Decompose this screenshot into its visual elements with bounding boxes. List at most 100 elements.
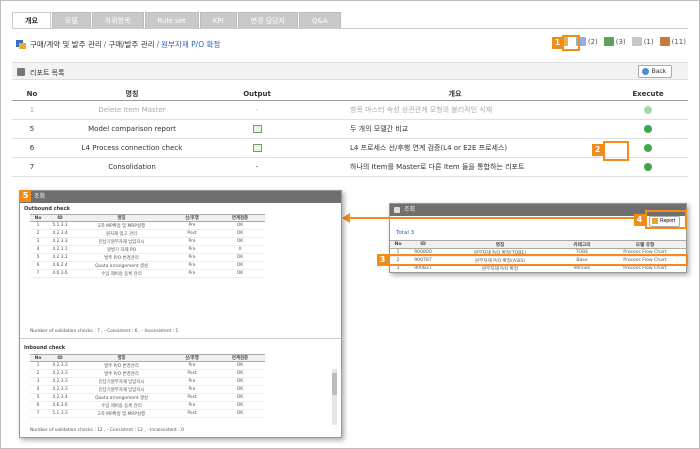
row-name: Delete Item Master	[52, 100, 212, 120]
row-name: L4 Process connection check	[52, 138, 212, 158]
cell: 원자재 입고 관리	[74, 229, 169, 238]
cell: Post	[169, 229, 215, 238]
copy-count: (1)	[643, 37, 654, 46]
cell: OK	[215, 369, 265, 378]
col-no: No	[390, 240, 406, 249]
toolbar-flow-button[interactable]: (3)	[603, 37, 626, 46]
cell: 4.2.3.3	[46, 361, 74, 370]
table-row[interactable]: 2 4.2.3.3 발주 P/O 변경관리 Post OK	[30, 369, 265, 378]
cell: 4.2.3.3	[46, 369, 74, 378]
table-row[interactable]: 7 5.1.3.3 2차 MP확정 및 MRP실행 Post OK	[30, 409, 265, 418]
section-title: 리포트 목록	[30, 69, 65, 77]
col-prepost: 선/후행	[169, 214, 215, 222]
col-id: ID	[46, 214, 74, 222]
cell: 7	[30, 269, 46, 278]
cell: OK	[215, 229, 265, 238]
table-row[interactable]: 5 Model comparison report 두 개의 모델간 비교	[12, 119, 688, 139]
tab-qna[interactable]: Q&A	[299, 12, 341, 29]
row-output: -	[212, 157, 302, 177]
flow-icon	[603, 37, 614, 46]
tab-kpi[interactable]: KPI	[199, 12, 237, 29]
cell: 4.2.3.4	[46, 229, 74, 238]
total-count: Total 3	[396, 230, 415, 236]
table-row[interactable]: 6 4.6.3.6 수입 제비용 등록 관리 Pre OK	[30, 401, 265, 410]
cell: 발주 P/O 변경관리	[74, 361, 169, 370]
callout-badge-4: 4	[634, 214, 645, 226]
cell: 4.2.3.3	[46, 385, 74, 394]
table-row[interactable]: 1 5.1.3.3 2차 MP확정 및 MRP실행 Pre OK	[30, 221, 265, 230]
process-icon	[16, 40, 26, 49]
table-row[interactable]: 3 4.2.3.3 진납기원부자재 납입지시 Pre OK	[30, 237, 265, 246]
cell: 4.2.3.3	[46, 377, 74, 386]
table-row[interactable]: 4 4.2.1.1 원발기 자재 PO Pre X	[30, 245, 265, 254]
col-id: ID	[46, 354, 74, 362]
cell: 4.6.3.6	[46, 269, 74, 278]
cell: Pre	[169, 245, 215, 254]
breadcrumb-item[interactable]: 구매/계약 및 발주 관리	[30, 39, 102, 50]
report-list-header: 리포트 목록 Back	[12, 62, 688, 80]
run-icon[interactable]	[644, 143, 652, 152]
table-row[interactable]: 7 4.6.3.6 수입 제비용 등록 관리 Pre OK	[30, 269, 265, 278]
back-button[interactable]: Back	[637, 65, 672, 78]
tab-model[interactable]: 모델	[51, 12, 91, 29]
cell: 2차 MP확정 및 MRP실행	[74, 221, 169, 230]
cell: 발주 P/O 변경관리	[74, 253, 169, 262]
breadcrumb-item[interactable]: 구매/발주 관리	[108, 39, 154, 50]
cell: 발주 P/O 변경관리	[74, 369, 169, 378]
breadcrumb-separator: /	[103, 40, 107, 49]
run-icon[interactable]	[644, 105, 652, 114]
table-row[interactable]: 6 4.6.2.4 Quota arrangement 생성 Pre OK	[30, 261, 265, 270]
row-output: -	[212, 100, 302, 120]
row-output	[212, 119, 302, 139]
callout-badge-5: 5	[20, 190, 31, 202]
cell: OK	[215, 393, 265, 402]
table-row[interactable]: 1 4.2.3.3 발주 P/O 변경관리 Pre OK	[30, 361, 265, 370]
col-name: 명칭	[74, 214, 169, 222]
col-name: 명칭	[440, 240, 560, 249]
inbound-summary: Number of validation checks : 12 , - Con…	[30, 428, 184, 433]
row-execute	[608, 100, 688, 120]
document-count: (2)	[587, 37, 598, 46]
tab-rule-set[interactable]: Rule set	[144, 12, 199, 29]
cell: 4.2.3.4	[46, 393, 74, 402]
row-no: 7	[12, 157, 52, 177]
cell: Pre	[169, 269, 215, 278]
row-execute	[608, 119, 688, 139]
inbound-title: Inbound check	[24, 345, 66, 351]
people-icon	[659, 37, 670, 46]
table-row[interactable]: 3 4.2.3.3 진납기원부자재 납입지시 Pre OK	[30, 377, 265, 386]
toolbar-people-button[interactable]: (11)	[659, 37, 686, 46]
table-row[interactable]: 1 Delete Item Master - 항목 마스터 속성 상관관계 모형…	[12, 100, 688, 120]
row-overview: 항목 마스터 속성 상관관계 모형의 불리적인 삭제	[302, 100, 608, 120]
scrollbar-thumb[interactable]	[332, 373, 337, 395]
output-sheet-icon[interactable]	[252, 143, 262, 152]
connection-check-popup: 조회 Outbound check No ID 명칭 선/후행 연계검증 1 5.…	[19, 190, 342, 438]
scrollbar[interactable]	[332, 369, 337, 425]
table-row[interactable]: 6 L4 Process connection check L4 프로세스 선/…	[12, 138, 688, 158]
cell: OK	[215, 253, 265, 262]
cell: 진납기원부자재 납입지시	[74, 385, 169, 394]
tab-sub-items[interactable]: 하위항목	[91, 12, 144, 29]
run-icon[interactable]	[644, 162, 652, 171]
output-sheet-icon[interactable]	[252, 124, 262, 133]
tab-overview[interactable]: 개요	[12, 12, 51, 29]
cell: 3	[30, 237, 46, 246]
report-table: No 명칭 Output 개요 Execute 1 Delete Item Ma…	[12, 88, 688, 177]
cell: 진납기원부자재 납입지시	[74, 237, 169, 246]
table-row[interactable]: 5 4.2.3.2 발주 P/O 변경관리 Pre OK	[30, 253, 265, 262]
table-row[interactable]: 5 4.2.3.4 Quota arrangement 생성 Post OK	[30, 393, 265, 402]
cell: Pre	[169, 361, 215, 370]
cell: 4.2.3.2	[46, 253, 74, 262]
table-header-row: No 명칭 Output 개요 Execute	[12, 88, 688, 101]
tab-change-owner[interactable]: 변경 담당자	[237, 12, 299, 29]
cell: 5	[30, 393, 46, 402]
run-icon[interactable]	[644, 124, 652, 133]
toolbar-copy-button[interactable]: (1)	[631, 37, 654, 46]
table-row[interactable]: 4 4.2.3.3 진납기원부자재 납입지시 Pre OK	[30, 385, 265, 394]
table-row[interactable]: 2 4.2.3.4 원자재 입고 관리 Post OK	[30, 229, 265, 238]
cell: 4.6.2.4	[46, 261, 74, 270]
row-name: Model comparison report	[52, 119, 212, 139]
table-row[interactable]: 7 Consolidation - 하나의 Item를 Master로 다른 I…	[12, 157, 688, 177]
callout-box-1	[562, 35, 580, 51]
row-overview: 하나의 Item를 Master로 다른 Item 들을 통합하는 리포트	[302, 157, 608, 177]
